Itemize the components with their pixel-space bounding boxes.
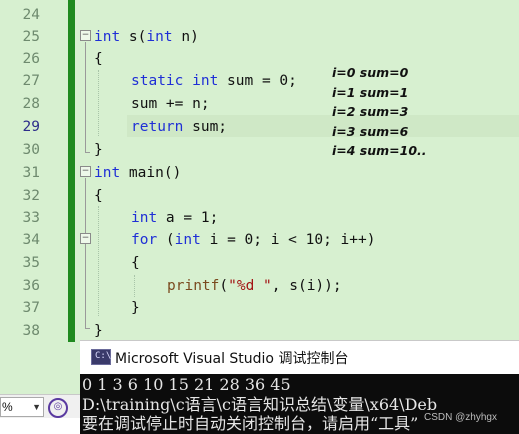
keyword: int: [174, 232, 201, 248]
status-bar-bottom: [0, 418, 80, 434]
code-health-icon[interactable]: ◎: [48, 398, 68, 418]
code-line-34: for (int i = 0; i < 10; i++): [131, 229, 375, 251]
code-line-32: {: [94, 188, 103, 204]
keyword: static: [131, 73, 184, 89]
annotation-text: i=4 sum=10..: [332, 143, 427, 158]
keyword: int: [94, 165, 121, 181]
line-number-gutter: 24 25 26 27 28 29 30 31 32 33 34 35 36 3…: [0, 0, 66, 345]
outline-end: [85, 152, 90, 153]
code-line-28: sum += n;: [131, 96, 210, 112]
code-text: a = 1;: [157, 210, 219, 226]
keyword: for: [131, 232, 158, 248]
code-line-30: }: [94, 142, 103, 158]
line-number: 33: [22, 210, 40, 226]
outline-line: [85, 42, 86, 152]
code-text: sum = 0;: [218, 73, 297, 89]
function-name: printf: [167, 278, 220, 294]
collapse-icon[interactable]: −: [80, 233, 91, 244]
code-text: (: [157, 232, 175, 248]
chevron-down-icon: ▼: [32, 402, 41, 412]
console-app-icon: C:\: [91, 349, 111, 365]
code-text: n): [172, 29, 199, 45]
editor-status-bar: % ▼ ◎: [0, 394, 80, 419]
code-line-35: {: [131, 255, 140, 271]
zoom-dropdown[interactable]: % ▼: [0, 397, 44, 417]
change-tracking-bar: [68, 0, 75, 342]
zoom-value: %: [2, 400, 13, 414]
code-line-29: return sum;: [131, 116, 227, 138]
line-number: 38: [22, 323, 40, 339]
line-number: 32: [22, 188, 40, 204]
code-text: , s(i));: [271, 278, 342, 294]
indent-guide: [98, 70, 99, 136]
console-title: Microsoft Visual Studio 调试控制台: [115, 351, 349, 367]
code-text: main(): [120, 165, 182, 181]
console-output-line: 0 1 3 6 10 15 21 28 36 45: [82, 375, 291, 394]
code-line-26: {: [94, 51, 103, 67]
line-number: 25: [22, 29, 40, 45]
code-text: i = 0; i < 10; i++): [200, 232, 376, 248]
code-line-27: static int sum = 0;: [131, 70, 297, 92]
console-output-line: 要在调试停止时自动关闭控制台，请启用“工具”: [82, 414, 419, 433]
keyword: return: [131, 119, 184, 135]
keyword: int: [94, 29, 121, 45]
outline-end: [85, 328, 90, 329]
keyword: int: [146, 29, 173, 45]
line-number: 35: [22, 255, 40, 271]
collapse-icon[interactable]: −: [80, 166, 91, 177]
annotation-text: i=2 sum=3: [332, 104, 409, 119]
code-line-37: }: [131, 300, 140, 316]
code-line-25: int s(int n): [94, 26, 199, 48]
line-number: 37: [22, 300, 40, 316]
keyword: int: [192, 73, 219, 89]
collapse-icon[interactable]: −: [80, 30, 91, 41]
code-text: s(: [120, 29, 147, 45]
watermark: CSDN @zhyhgx: [424, 412, 497, 423]
code-editor[interactable]: 24 25 26 27 28 29 30 31 32 33 34 35 36 3…: [0, 0, 519, 345]
code-line-33: int a = 1;: [131, 207, 218, 229]
line-number: 36: [22, 278, 40, 294]
annotation-text: i=3 sum=6: [332, 123, 409, 139]
line-number: 27: [22, 73, 40, 89]
line-number: 30: [22, 142, 40, 158]
console-title-bar[interactable]: C:\ Microsoft Visual Studio 调试控制台: [80, 340, 519, 374]
line-number-current: 29: [22, 119, 40, 135]
outline-line: [85, 178, 86, 328]
code-line-38: }: [94, 323, 103, 339]
indent-guide: [98, 206, 99, 316]
line-number: 31: [22, 165, 40, 181]
annotation-text: i=1 sum=1: [332, 84, 409, 100]
keyword: int: [131, 210, 158, 226]
code-text: sum;: [183, 119, 228, 135]
code-text: (: [219, 278, 229, 294]
line-number: 34: [22, 232, 40, 248]
line-number: 24: [22, 7, 40, 23]
console-output-line: D:\training\c语言\c语言知识总结\变量\x64\Deb: [82, 395, 438, 414]
annotation-text: i=0 sum=0: [332, 65, 409, 80]
line-number: 26: [22, 51, 40, 67]
code-line-36: printf("%d ", s(i));: [167, 275, 342, 297]
string-literal: "%d ": [228, 278, 272, 294]
line-number: 28: [22, 96, 40, 112]
code-line-31: int main(): [94, 162, 181, 184]
indent-guide: [134, 275, 135, 297]
